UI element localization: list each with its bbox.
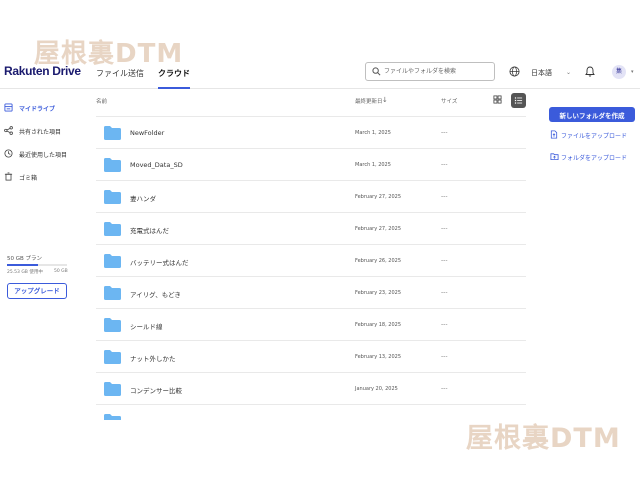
file-date: February 23, 2025	[355, 290, 402, 296]
file-size: ---	[441, 257, 448, 264]
upload-file-label: ファイルをアップロード	[561, 133, 628, 140]
sidebar-item-recent[interactable]: 最近使用した項目	[4, 147, 74, 161]
table-row[interactable]: シールド線 February 18, 2025 ---	[96, 308, 526, 340]
sidebar-item-label: ゴミ箱	[19, 175, 38, 182]
table-row[interactable]: バッテリー式はんだ February 26, 2025 ---	[96, 244, 526, 276]
search-icon	[372, 67, 381, 76]
file-date: February 13, 2025	[355, 354, 402, 360]
table-row[interactable]: NewFolder March 1, 2025 ---	[96, 116, 526, 148]
language-selector[interactable]: 日本語	[531, 68, 552, 78]
folder-icon	[104, 414, 121, 420]
folder-icon	[104, 286, 121, 300]
folder-icon	[104, 254, 121, 268]
sidebar-item-label: 共有された項目	[19, 129, 62, 136]
folder-icon	[104, 190, 121, 204]
file-size: ---	[441, 353, 448, 360]
watermark-top: 屋根裏DTM	[34, 39, 184, 69]
file-date: February 26, 2025	[355, 258, 402, 264]
file-upload-icon	[550, 130, 558, 139]
storage-bar	[7, 264, 67, 266]
file-date: March 1, 2025	[355, 130, 391, 136]
file-date: February 27, 2025	[355, 194, 402, 200]
file-name[interactable]: バッテリー式はんだ	[130, 257, 189, 267]
table-row[interactable]: ナット外しかた February 13, 2025 ---	[96, 340, 526, 372]
file-name[interactable]: アイリグ、もどき	[130, 289, 181, 299]
watermark-bottom: 屋根裏DTM	[466, 423, 621, 454]
table-row[interactable]: アイリグ、もどき February 23, 2025 ---	[96, 276, 526, 308]
folder-icon	[104, 318, 121, 332]
sort-down-icon[interactable]: ↓	[382, 96, 388, 104]
folder-icon	[104, 158, 121, 172]
column-header-date[interactable]: 最終更新日	[355, 97, 383, 105]
file-list-panel: 名前 最終更新日 ↓ サイズ NewFolder March 1, 2025 ---…	[76, 90, 536, 420]
file-name[interactable]: Moved_Data_SD	[130, 161, 183, 169]
tab-file-transfer[interactable]: ファイル送信	[96, 68, 144, 89]
grid-view-icon[interactable]	[493, 95, 502, 104]
file-name[interactable]: コンデンサー比較	[130, 385, 182, 395]
file-date: February 27, 2025	[355, 226, 402, 232]
my-drive-icon	[4, 103, 13, 112]
file-date: February 18, 2025	[355, 322, 402, 328]
avatar-chevron-icon[interactable]: ▾	[631, 69, 634, 75]
column-header-size[interactable]: サイズ	[441, 97, 457, 105]
file-size: ---	[441, 161, 448, 168]
folder-icon	[104, 222, 121, 236]
globe-icon[interactable]	[509, 66, 520, 77]
folder-icon	[104, 382, 121, 396]
file-name[interactable]: 妻ハンダ	[130, 193, 156, 203]
folder-upload-icon	[550, 153, 559, 161]
search-input[interactable]	[384, 65, 492, 78]
column-header-name[interactable]: 名前	[96, 97, 107, 105]
storage-total: 50 GB	[54, 269, 68, 274]
table-row[interactable]: Moved_Data_SD March 1, 2025 ---	[96, 148, 526, 180]
list-view-icon	[514, 97, 523, 104]
folder-icon	[104, 126, 121, 140]
sidebar-item-trash[interactable]: ゴミ箱	[4, 170, 74, 184]
table-row-partial[interactable]	[96, 404, 526, 420]
file-table: NewFolder March 1, 2025 --- Moved_Data_SD Ma…	[96, 116, 526, 420]
storage-bar-fill	[7, 264, 38, 266]
table-row[interactable]: コンデンサー比較 January 20, 2025 ---	[96, 372, 526, 404]
search-box[interactable]	[365, 62, 495, 81]
file-name[interactable]: ナット外しかた	[130, 353, 176, 363]
file-name[interactable]: 充電式はんだ	[130, 225, 169, 235]
storage-used: 25.53 GB 使用中	[7, 270, 43, 275]
folder-icon	[104, 350, 121, 364]
clock-icon	[4, 149, 13, 158]
upload-folder-button[interactable]: フォルダをアップロード	[550, 151, 640, 163]
file-size: ---	[441, 129, 448, 136]
sidebar-item-label: マイドライブ	[19, 106, 56, 113]
avatar[interactable]: 集	[612, 65, 626, 79]
sidebar: マイドライブ 共有された項目 最近使用した項目 ゴミ箱 50 GB プラン 25…	[0, 90, 76, 420]
upgrade-button[interactable]: アップグレード	[7, 283, 67, 299]
file-name[interactable]: シールド線	[130, 321, 163, 331]
list-view-button[interactable]	[511, 93, 526, 108]
upload-folder-label: フォルダをアップロード	[561, 155, 628, 162]
trash-icon	[4, 172, 13, 181]
new-folder-button[interactable]: 新しいフォルダを作成	[549, 107, 635, 122]
chevron-down-icon[interactable]: ⌄	[566, 69, 571, 76]
file-date: March 1, 2025	[355, 162, 391, 168]
file-size: ---	[441, 289, 448, 296]
sidebar-item-shared[interactable]: 共有された項目	[4, 124, 74, 138]
sidebar-item-label: 最近使用した項目	[19, 152, 68, 159]
file-date: January 20, 2025	[355, 386, 398, 392]
rakuten-drive-app: Rakuten Drive ファイル送信 クラウド 日本語 ⌄ 集 ▾	[0, 56, 640, 420]
share-icon	[4, 126, 13, 135]
sidebar-item-my-drive[interactable]: マイドライブ	[4, 101, 74, 115]
file-size: ---	[441, 193, 448, 200]
file-size: ---	[441, 321, 448, 328]
file-size: ---	[441, 385, 448, 392]
file-size: ---	[441, 225, 448, 232]
tab-cloud[interactable]: クラウド	[158, 68, 190, 89]
file-name[interactable]: NewFolder	[130, 129, 164, 137]
bell-icon[interactable]	[585, 66, 595, 77]
upload-file-button[interactable]: ファイルをアップロード	[550, 129, 640, 141]
table-row[interactable]: 妻ハンダ February 27, 2025 ---	[96, 180, 526, 212]
table-row[interactable]: 充電式はんだ February 27, 2025 ---	[96, 212, 526, 244]
storage-plan: 50 GB プラン	[7, 256, 43, 262]
